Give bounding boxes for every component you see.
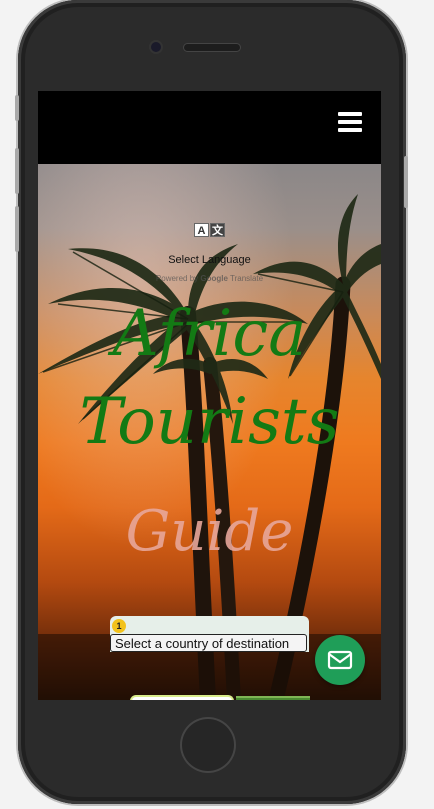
powered-by-google-translate: Powered by Google Translate (38, 274, 381, 283)
translate-icon-latin: A (194, 223, 209, 237)
contact-mail-button[interactable] (315, 635, 365, 685)
hamburger-icon[interactable] (338, 112, 362, 132)
notification-badge: 1 (112, 619, 126, 633)
hero-section: A 文 Select Language Powered by Google Tr… (38, 164, 381, 700)
country-destination-select[interactable]: Select a country of destination (110, 634, 307, 652)
select-language-link[interactable]: Select Language (38, 254, 381, 266)
front-camera (151, 42, 161, 52)
earpiece-speaker (184, 44, 240, 51)
powered-prefix: Powered by (155, 274, 199, 283)
hero-title-guide: Guide (125, 499, 294, 564)
powered-suffix: Translate (230, 274, 264, 283)
volume-up-button (15, 148, 19, 194)
hero-title-africa: Africa (112, 297, 307, 371)
home-button[interactable] (182, 719, 234, 771)
power-button (404, 156, 408, 208)
translate-icon[interactable]: A 文 (194, 223, 226, 237)
top-navbar (38, 91, 381, 164)
mute-switch (15, 95, 19, 121)
google-logo-text: Google (200, 274, 228, 283)
translate-icon-cjk: 文 (210, 223, 225, 237)
screen: A 文 Select Language Powered by Google Tr… (38, 91, 381, 700)
volume-down-button (15, 206, 19, 252)
bottom-action-button-green[interactable] (236, 696, 310, 700)
country-selector-container: 1 Select a country of destination (110, 616, 309, 652)
hero-title-tourists: Tourists (79, 385, 340, 459)
mail-icon (327, 650, 353, 670)
bottom-action-button-light[interactable] (130, 695, 234, 700)
